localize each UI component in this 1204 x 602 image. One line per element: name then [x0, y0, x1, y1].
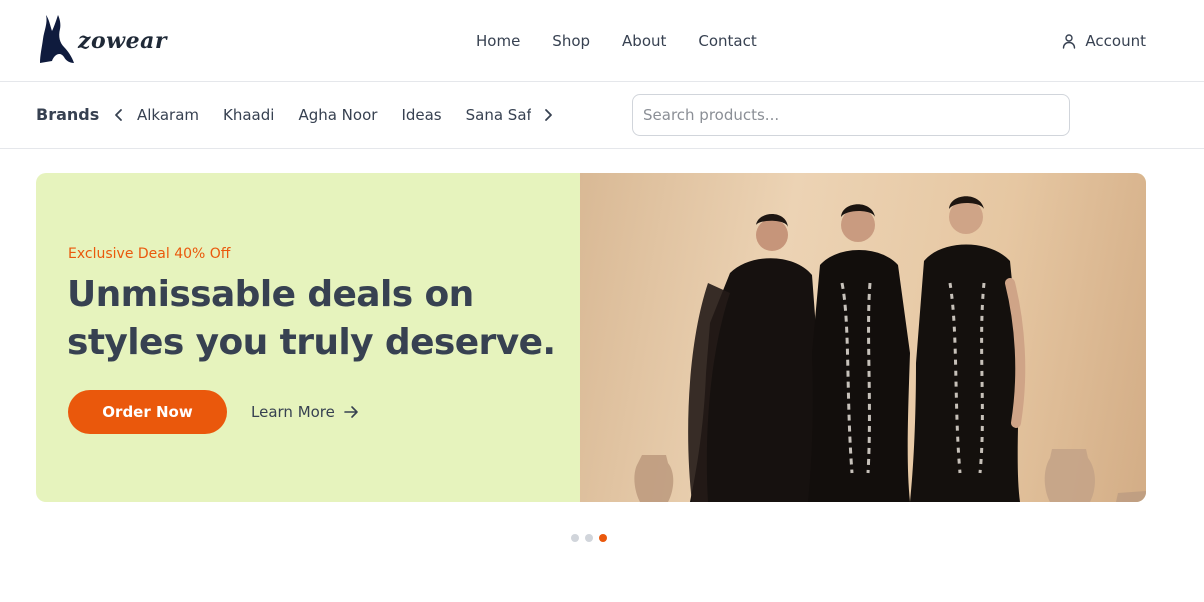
- logo[interactable]: zowear: [38, 12, 168, 68]
- brand-item-sana-safinaz[interactable]: Sana Safinaz: [466, 104, 531, 128]
- account-link[interactable]: Account: [1061, 30, 1146, 52]
- hero-headline: Unmissable deals on styles you truly des…: [67, 274, 556, 363]
- main-nav: Home Shop About Contact: [476, 30, 757, 52]
- brand-item-khaadi[interactable]: Khaadi: [223, 104, 274, 128]
- account-label: Account: [1085, 32, 1146, 50]
- nav-contact[interactable]: Contact: [698, 30, 756, 52]
- models-illustration: [634, 196, 1146, 502]
- search-input[interactable]: [632, 94, 1070, 136]
- chevron-right-icon: [545, 109, 552, 121]
- nav-about[interactable]: About: [622, 30, 666, 52]
- user-icon: [1063, 34, 1076, 49]
- chevron-left-icon: [115, 109, 122, 121]
- brand-item-ideas[interactable]: Ideas: [401, 104, 441, 128]
- arrow-right-icon: [344, 406, 358, 418]
- brands-next-button[interactable]: [539, 106, 557, 124]
- hero-content: Exclusive Deal 40% Off Unmissable deals …: [36, 173, 580, 502]
- hero-banner: Exclusive Deal 40% Off Unmissable deals …: [36, 173, 1146, 502]
- nav-shop[interactable]: Shop: [552, 30, 590, 52]
- brands-prev-button[interactable]: [110, 106, 128, 124]
- brands-bar: Brands Alkaram Khaadi Agha Noor Ideas Sa…: [0, 82, 1204, 149]
- site-header: zowear Home Shop About Contact Account: [0, 0, 1204, 82]
- brand-item-agha-noor[interactable]: Agha Noor: [298, 104, 377, 128]
- learn-more-label: Learn More: [251, 403, 335, 421]
- order-now-button[interactable]: Order Now: [68, 390, 227, 434]
- deal-text: Exclusive Deal 40% Off: [68, 246, 231, 262]
- brand-item-alkaram[interactable]: Alkaram: [137, 104, 199, 128]
- hero-image: [580, 173, 1146, 502]
- slider-dots: [571, 534, 607, 542]
- logo-text: zowear: [78, 28, 167, 54]
- slide-dot-1[interactable]: [571, 534, 579, 542]
- nav-home[interactable]: Home: [476, 30, 520, 52]
- learn-more-link[interactable]: Learn More: [251, 402, 359, 422]
- slide-dot-3[interactable]: [599, 534, 607, 542]
- brand-list: Alkaram Khaadi Agha Noor Ideas Sana Safi…: [137, 104, 531, 128]
- logo-mark-icon: [40, 15, 74, 63]
- slide-dot-2[interactable]: [585, 534, 593, 542]
- brands-title: Brands: [36, 105, 100, 124]
